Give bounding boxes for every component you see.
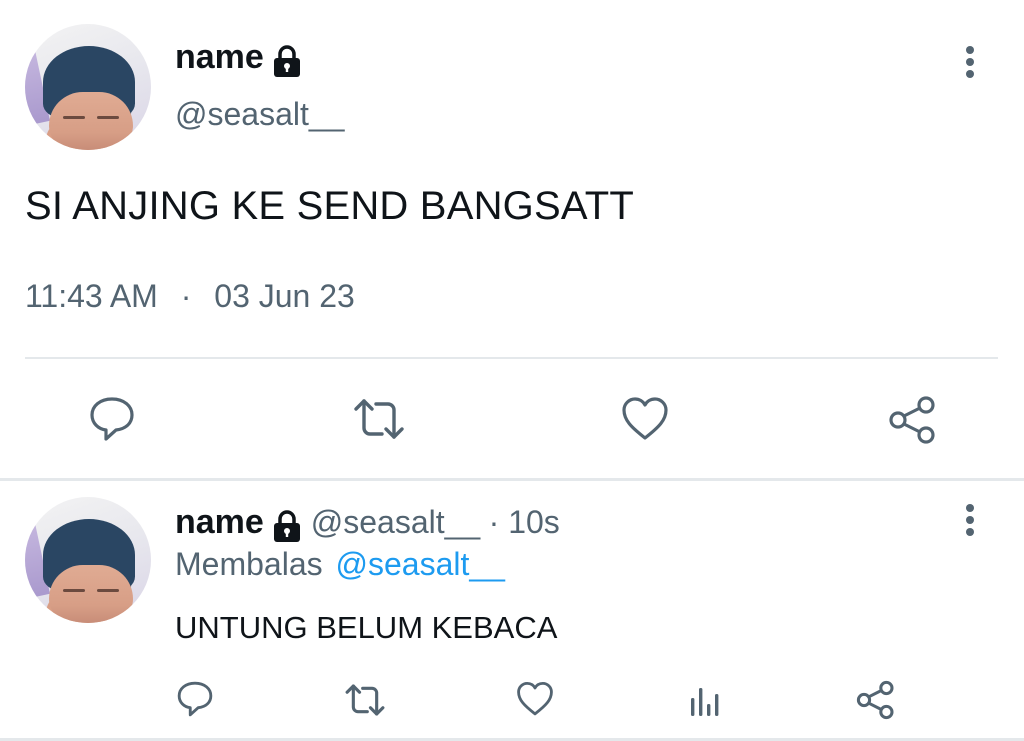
tweet-time: 11:43 AM [25,278,158,314]
reply-share-icon[interactable] [856,680,896,720]
divider [25,357,998,359]
reply-like-icon[interactable] [516,681,554,717]
retweet-icon[interactable] [352,396,406,442]
reply-handle[interactable]: @seasalt__ [311,504,480,540]
reply-avatar[interactable] [25,497,151,623]
reply-header: name @seasalt__ · 10s [175,503,560,548]
analytics-icon[interactable] [688,684,722,718]
reply-text: UNTUNG BELUM KEBACA [175,610,558,645]
like-icon[interactable] [621,396,669,442]
reply-display-name[interactable]: name [175,503,264,541]
replying-to-link[interactable]: @seasalt__ [336,546,505,582]
reply-retweet-icon[interactable] [344,682,386,718]
lock-icon [272,509,302,548]
share-icon[interactable] [888,395,938,445]
reply-more-vertical-icon[interactable] [960,502,980,538]
separator-dot: · [180,278,192,314]
tweet-text: SI ANJING KE SEND BANGSATT [25,184,635,228]
reply-reply-icon[interactable] [176,680,214,718]
tweet-header: name [175,38,302,78]
lock-icon [272,44,302,83]
reply-time[interactable]: · 10s [489,504,560,540]
section-divider [0,478,1024,481]
display-name[interactable]: name [175,38,264,76]
handle[interactable]: @seasalt__ [175,96,344,133]
tweet-timestamp[interactable]: 11:43 AM · 03 Jun 23 [25,278,355,315]
replying-prefix: Membalas [175,546,323,582]
reply-icon[interactable] [88,395,136,443]
replying-to: Membalas @seasalt__ [175,546,505,583]
tweet-date: 03 Jun 23 [214,278,355,314]
more-vertical-icon[interactable] [960,44,980,80]
avatar[interactable] [25,24,151,150]
